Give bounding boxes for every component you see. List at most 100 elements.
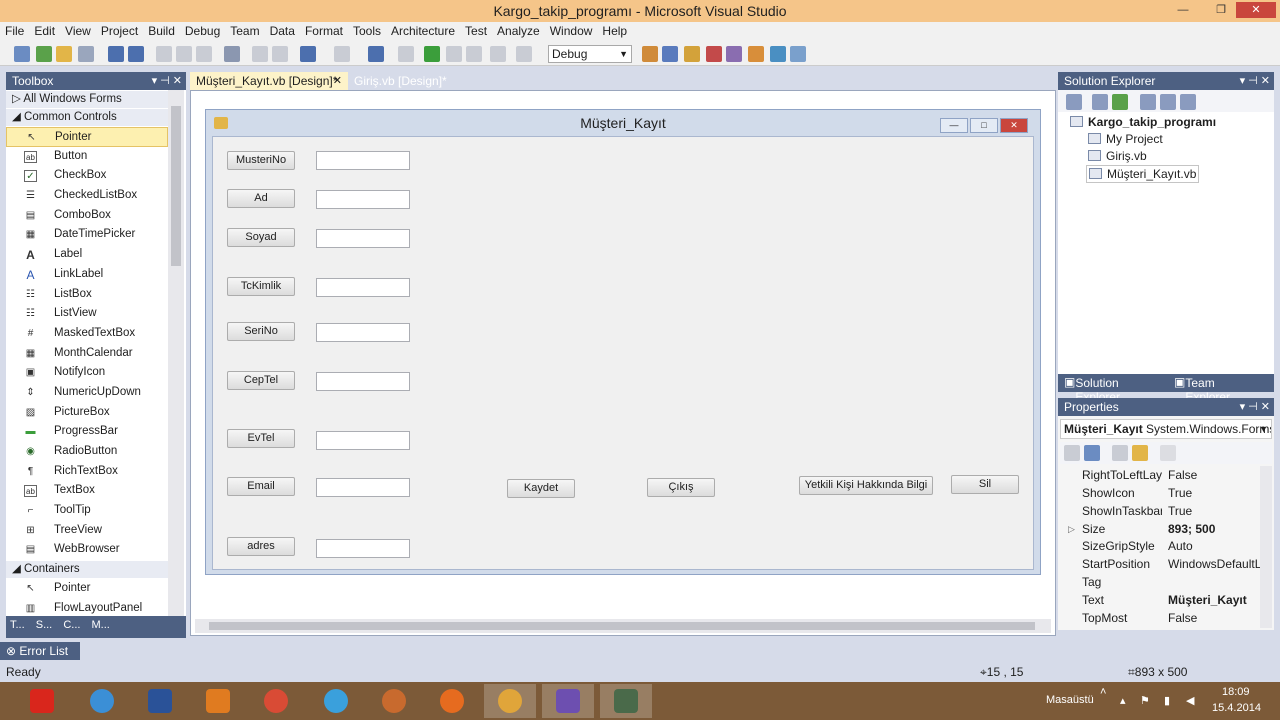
- minimize-button[interactable]: —: [1170, 2, 1196, 18]
- view-code-icon[interactable]: [1140, 94, 1156, 110]
- property-row[interactable]: Tag: [1082, 574, 1266, 592]
- toolbox-item-richtextbox[interactable]: ¶ RichTextBox: [6, 462, 168, 482]
- solution-item-giris[interactable]: Giriş.vb: [1088, 149, 1147, 163]
- menu-view[interactable]: View: [60, 22, 96, 40]
- taskbar-help[interactable]: [134, 684, 186, 718]
- toolbox-scroll-thumb[interactable]: [171, 106, 181, 266]
- menu-build[interactable]: Build: [143, 22, 180, 40]
- navigate-back-icon[interactable]: [368, 46, 384, 62]
- toolbox-scrollbar[interactable]: [168, 90, 184, 616]
- menu-team[interactable]: Team: [225, 22, 264, 40]
- solution-config-dropdown[interactable]: Debug ▼: [548, 45, 632, 63]
- tab-musteri-kayit-design[interactable]: Müşteri_Kayıt.vb [Design]* ✕: [190, 72, 348, 90]
- class-diagram-icon[interactable]: [1180, 94, 1196, 110]
- menu-tools[interactable]: Tools: [348, 22, 386, 40]
- property-row[interactable]: StartPosition WindowsDefaultLc: [1082, 556, 1266, 574]
- alphabetical-icon[interactable]: [1084, 445, 1100, 461]
- navigate-forward-icon[interactable]: [398, 46, 414, 62]
- tab-team-explorer[interactable]: ▣ Team Explorer: [1174, 375, 1230, 404]
- property-row[interactable]: TopMost False: [1082, 610, 1266, 628]
- toolbox-item-monthcalendar[interactable]: ▦ MonthCalendar: [6, 344, 168, 364]
- properties-view-icon[interactable]: [1112, 445, 1128, 461]
- undo-icon[interactable]: [300, 46, 316, 62]
- textbox-ceptel[interactable]: [316, 372, 410, 391]
- expand-icon[interactable]: ▷: [1068, 521, 1075, 539]
- toolbox-item-label[interactable]: A Label: [6, 245, 168, 265]
- taskbar-visual-studio[interactable]: [542, 684, 594, 718]
- toolbox-item-datetimepicker[interactable]: ▦ DateTimePicker: [6, 225, 168, 245]
- tab-server-explorer[interactable]: S...: [32, 616, 57, 634]
- error-list-tab[interactable]: ⊗ Error List: [0, 642, 80, 660]
- cut-icon[interactable]: [156, 46, 172, 62]
- toolbox-category-containers[interactable]: ◢ Containers: [6, 561, 168, 579]
- solution-item-musteri-kayit[interactable]: Müşteri_Kayıt.vb: [1086, 165, 1200, 183]
- textbox-musterino[interactable]: [316, 151, 410, 170]
- menu-architecture[interactable]: Architecture: [386, 22, 460, 40]
- close-button[interactable]: ✕: [1236, 2, 1276, 18]
- clock-date[interactable]: 15.4.2014: [1212, 702, 1261, 714]
- textbox-evtel[interactable]: [316, 431, 410, 450]
- menu-data[interactable]: Data: [265, 22, 300, 40]
- events-icon[interactable]: [1132, 445, 1148, 461]
- label-ad[interactable]: Ad: [227, 189, 295, 208]
- view-designer-icon[interactable]: [1160, 94, 1176, 110]
- taskbar-internet-explorer[interactable]: [76, 684, 128, 718]
- maximize-button[interactable]: ❐: [1208, 2, 1234, 18]
- solution-item-my-project[interactable]: My Project: [1088, 132, 1163, 146]
- label-tckimlik[interactable]: TcKimlik: [227, 277, 295, 296]
- toolbox-item-linklabel[interactable]: A LinkLabel: [6, 265, 168, 285]
- label-musterino[interactable]: MusteriNo: [227, 151, 295, 170]
- notification-icon[interactable]: ▴: [1120, 694, 1126, 707]
- menu-debug[interactable]: Debug: [180, 22, 225, 40]
- tab-solution-explorer[interactable]: ▣ Solution Explorer: [1064, 375, 1120, 404]
- taskbar-media[interactable]: [368, 684, 420, 718]
- property-row[interactable]: ▷ Size 893; 500: [1068, 521, 1266, 539]
- save-icon[interactable]: [108, 46, 124, 62]
- cikis-button[interactable]: Çıkış: [647, 478, 715, 497]
- volume-icon[interactable]: ◀: [1186, 694, 1194, 707]
- taskbar-yandex[interactable]: [16, 684, 68, 718]
- solution-explorer-icon[interactable]: [662, 46, 678, 62]
- redo-icon[interactable]: [334, 46, 350, 62]
- textbox-tckimlik[interactable]: [316, 278, 410, 297]
- toolbox-item-combobox[interactable]: ▤ ComboBox: [6, 206, 168, 226]
- menu-analyze[interactable]: Analyze: [492, 22, 545, 40]
- find-icon[interactable]: [224, 46, 240, 62]
- property-row[interactable]: RightToLeftLayc False: [1082, 467, 1266, 485]
- toolbox-item-treeview[interactable]: ⊞ TreeView: [6, 521, 168, 541]
- property-row[interactable]: ShowInTaskbar True: [1082, 503, 1266, 521]
- solution-project-node[interactable]: Kargo_takip_programı: [1070, 115, 1216, 129]
- paste-icon[interactable]: [196, 46, 212, 62]
- command-window-icon[interactable]: [790, 46, 806, 62]
- toolbox-item-listbox[interactable]: ☷ ListBox: [6, 285, 168, 305]
- toolbox-item-checkbox[interactable]: ✓ CheckBox: [6, 166, 168, 186]
- new-project-icon[interactable]: [14, 46, 30, 62]
- menu-test[interactable]: Test: [460, 22, 492, 40]
- add-item-icon[interactable]: [36, 46, 52, 62]
- toolbox-item-radiobutton[interactable]: ◉ RadioButton: [6, 442, 168, 462]
- label-ceptel[interactable]: CepTel: [227, 371, 295, 390]
- object-browser-icon[interactable]: [706, 46, 722, 62]
- textbox-soyad[interactable]: [316, 229, 410, 248]
- designer-scroll-thumb[interactable]: [209, 622, 1035, 630]
- copy-icon[interactable]: [176, 46, 192, 62]
- designer-horizontal-scrollbar[interactable]: [195, 619, 1051, 633]
- network-icon[interactable]: ▮: [1164, 694, 1170, 707]
- toolbox-item-listview[interactable]: ☷ ListView: [6, 304, 168, 324]
- toolbox-icon[interactable]: [726, 46, 742, 62]
- menu-format[interactable]: Format: [300, 22, 348, 40]
- property-row[interactable]: SizeGripStyle Auto: [1082, 538, 1266, 556]
- save-all-icon[interactable]: [128, 46, 144, 62]
- menu-window[interactable]: Window: [545, 22, 598, 40]
- toolbox-item-container-pointer[interactable]: ↖ Pointer: [6, 579, 168, 599]
- desktop-toolbar-label[interactable]: Masaüstü: [1046, 694, 1094, 706]
- categorized-icon[interactable]: [1064, 445, 1080, 461]
- label-serino[interactable]: SeriNo: [227, 322, 295, 341]
- step-icon[interactable]: [490, 46, 506, 62]
- property-pages-icon[interactable]: [1160, 445, 1176, 461]
- yetkili-bilgi-button[interactable]: Yetkili Kişi Hakkında Bilgi: [799, 476, 933, 495]
- panel-controls-icon[interactable]: ▾ ⊣ ✕: [1240, 74, 1270, 87]
- taskbar-recorder[interactable]: [600, 684, 652, 718]
- menu-edit[interactable]: Edit: [29, 22, 60, 40]
- menu-help[interactable]: Help: [597, 22, 632, 40]
